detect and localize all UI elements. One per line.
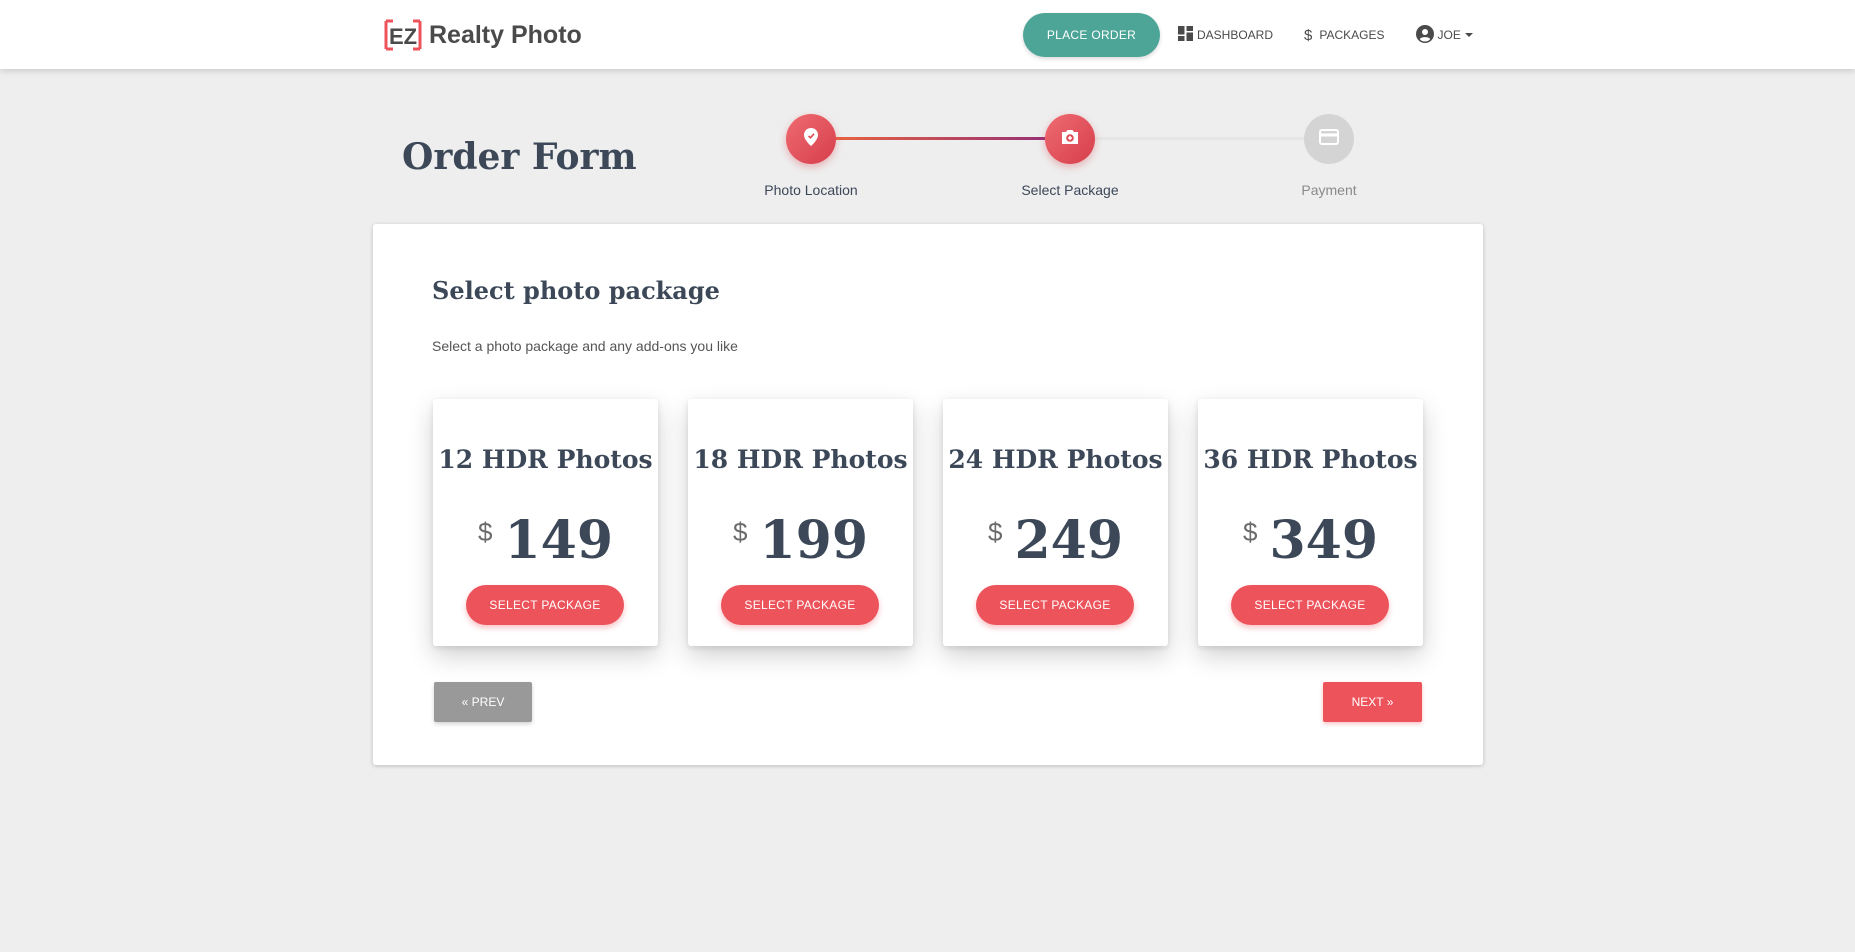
page-title: Order Form <box>402 136 637 178</box>
order-form-card: Select photo package Select a photo pack… <box>373 224 1483 765</box>
package-title: 18 HDR Photos <box>693 445 908 474</box>
price-amount: 349 <box>1269 510 1378 571</box>
nav-menu: PLACE ORDER DASHBOARD $ PACKAGES JOE <box>1023 13 1473 57</box>
account-circle-icon <box>1415 24 1438 46</box>
dashboard-icon <box>1178 26 1197 44</box>
caret-down-icon <box>1464 33 1473 37</box>
package-price: $ 149 <box>433 511 658 571</box>
package-price: $ 199 <box>688 511 913 571</box>
select-package-button[interactable]: SELECT PACKAGE <box>976 585 1134 625</box>
currency-symbol: $ <box>732 517 748 547</box>
nav-dashboard-link[interactable]: DASHBOARD <box>1178 13 1273 57</box>
user-name: JOE <box>1437 28 1461 42</box>
price-amount: 249 <box>1014 510 1123 571</box>
package-card: 24 HDR Photos $ 249 SELECT PACKAGE <box>943 399 1168 646</box>
step-label-photo-location: Photo Location <box>764 182 858 198</box>
section-subtitle: Select a photo package and any add-ons y… <box>432 338 738 354</box>
camera-icon <box>1060 128 1080 151</box>
step-payment[interactable] <box>1304 114 1354 164</box>
package-price: $ 349 <box>1198 511 1423 571</box>
step-select-package[interactable] <box>1045 114 1095 164</box>
select-package-button[interactable]: SELECT PACKAGE <box>721 585 879 625</box>
brand-name: Realty Photo <box>429 20 582 49</box>
currency-symbol: $ <box>477 517 493 547</box>
brand-logo: EZ <box>383 19 423 51</box>
step-label-payment: Payment <box>1301 182 1357 198</box>
stepper-connector-complete <box>811 137 1070 140</box>
package-title: 12 HDR Photos <box>438 445 653 474</box>
place-order-button[interactable]: PLACE ORDER <box>1023 13 1160 57</box>
step-photo-location[interactable] <box>786 114 836 164</box>
section-title: Select photo package <box>432 276 720 305</box>
stepper-connector-pending <box>1070 137 1329 140</box>
package-title: 24 HDR Photos <box>948 445 1163 474</box>
currency-symbol: $ <box>1242 517 1258 547</box>
next-button[interactable]: NEXT » <box>1323 682 1422 722</box>
credit-card-icon <box>1319 128 1339 150</box>
nav-packages-label: PACKAGES <box>1319 28 1385 42</box>
price-amount: 149 <box>504 510 613 571</box>
prev-button[interactable]: « PREV <box>434 682 532 722</box>
nav-dashboard-label: DASHBOARD <box>1197 28 1274 42</box>
dollar-icon: $ <box>1304 26 1313 44</box>
step-label-select-package: Select Package <box>1021 182 1119 198</box>
price-amount: 199 <box>759 510 868 571</box>
top-navbar: EZ Realty Photo PLACE ORDER DASHBOARD $ … <box>0 0 1855 69</box>
currency-symbol: $ <box>987 517 1003 547</box>
brand[interactable]: EZ Realty Photo <box>383 18 582 52</box>
select-package-button[interactable]: SELECT PACKAGE <box>1231 585 1389 625</box>
package-title: 36 HDR Photos <box>1203 445 1418 474</box>
nav-packages-link[interactable]: $ PACKAGES <box>1304 13 1384 57</box>
location-pin-icon <box>802 127 820 152</box>
package-price: $ 249 <box>943 511 1168 571</box>
package-card: 12 HDR Photos $ 149 SELECT PACKAGE <box>433 399 658 646</box>
package-card: 36 HDR Photos $ 349 SELECT PACKAGE <box>1198 399 1423 646</box>
user-menu[interactable]: JOE <box>1415 13 1473 57</box>
svg-text:EZ: EZ <box>389 24 417 49</box>
select-package-button[interactable]: SELECT PACKAGE <box>466 585 624 625</box>
package-card: 18 HDR Photos $ 199 SELECT PACKAGE <box>688 399 913 646</box>
